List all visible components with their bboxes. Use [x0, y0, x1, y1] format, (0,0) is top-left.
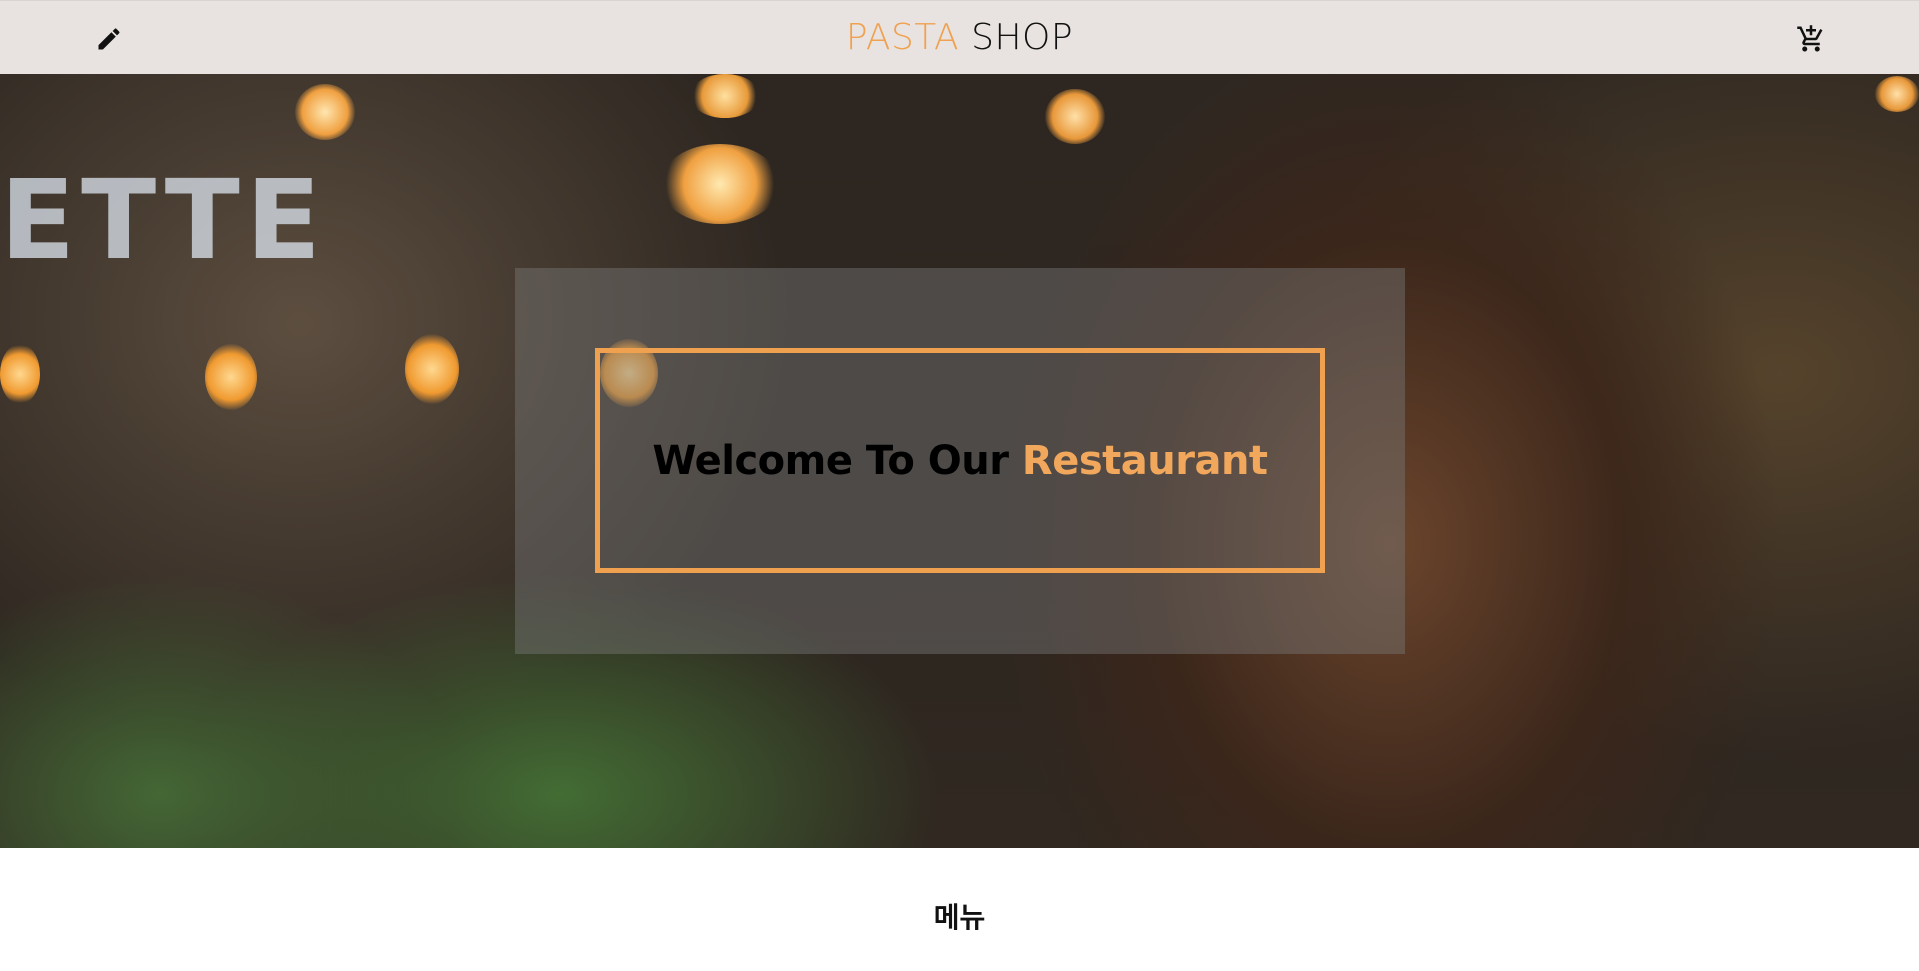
- hero-heading-accent: Restaurant: [1021, 437, 1268, 484]
- page: PASTA SHOP ETTE Welcome To Our Restauran…: [0, 0, 1919, 971]
- background-light: [205, 344, 257, 410]
- hero-frame: Welcome To Our Restaurant: [595, 348, 1325, 573]
- edit-button[interactable]: [94, 24, 124, 54]
- hero-banner: ETTE Welcome To Our Restaurant: [0, 74, 1919, 848]
- background-neon-sign: ETTE: [0, 156, 327, 284]
- logo-accent-text: PASTA: [845, 17, 960, 58]
- background-light: [0, 344, 40, 404]
- site-logo[interactable]: PASTA SHOP: [846, 17, 1073, 58]
- background-light: [1045, 89, 1105, 144]
- hero-heading: Welcome To Our Restaurant: [652, 437, 1268, 484]
- background-light: [690, 74, 760, 118]
- cart-plus-icon: [1797, 25, 1823, 52]
- background-light: [295, 84, 355, 140]
- hero-overlay-panel: Welcome To Our Restaurant: [515, 268, 1405, 654]
- menu-title: 메뉴: [933, 901, 986, 934]
- logo-rest-text: SHOP: [971, 17, 1074, 58]
- cart-button[interactable]: [1795, 23, 1827, 55]
- background-light: [660, 144, 780, 224]
- top-navbar: PASTA SHOP: [0, 0, 1919, 74]
- pencil-icon: [98, 28, 120, 50]
- menu-section: 메뉴: [0, 848, 1919, 971]
- background-light: [405, 334, 459, 404]
- background-light: [1875, 76, 1919, 112]
- hero-heading-text: Welcome To Our: [652, 437, 1009, 484]
